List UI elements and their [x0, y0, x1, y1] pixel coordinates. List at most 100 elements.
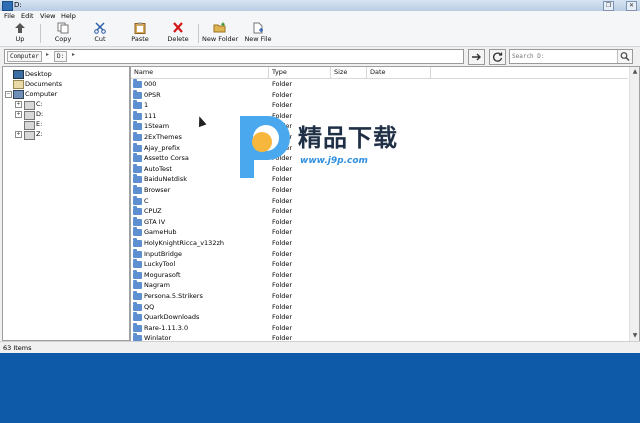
file-name: 0PSR: [144, 90, 161, 99]
window-title: D:: [14, 1, 22, 9]
expand-icon[interactable]: +: [15, 111, 22, 118]
expand-icon[interactable]: +: [15, 131, 22, 138]
cut-button[interactable]: Cut: [88, 22, 112, 45]
tree-label: E:: [36, 120, 43, 128]
file-type: Folder: [272, 249, 293, 258]
address-bar: Computer ▸ D: ▸: [0, 47, 640, 65]
new-folder-button[interactable]: New Folder: [202, 22, 238, 45]
menu-help[interactable]: Help: [61, 12, 76, 20]
delete-button[interactable]: Delete: [164, 22, 192, 45]
table-row[interactable]: LuckyTool Folder: [131, 259, 628, 270]
file-name: Winlator: [144, 334, 172, 341]
folder-icon: [133, 206, 142, 216]
toolbar-separator: [40, 24, 41, 43]
table-row[interactable]: AutoTest Folder: [131, 163, 628, 175]
file-type: Folder: [272, 154, 293, 163]
file-name: 000: [144, 80, 157, 88]
file-name: HolyKnightRicca_v132zh: [144, 239, 224, 247]
path-box[interactable]: Computer ▸ D: ▸: [4, 49, 464, 64]
search-box: [509, 49, 633, 64]
file-name: Assetto Corsa: [144, 154, 189, 163]
menu-file[interactable]: File: [4, 12, 15, 20]
table-row[interactable]: GameHub Folder: [131, 227, 628, 238]
table-row[interactable]: Nagram Folder: [131, 280, 628, 291]
copy-button[interactable]: Copy: [50, 22, 76, 45]
table-row[interactable]: QuarkDownloads Folder: [131, 312, 628, 323]
file-name: GameHub: [144, 228, 177, 237]
delete-x-icon: [173, 22, 183, 33]
table-row[interactable]: QQ Folder: [131, 301, 628, 313]
file-type: Folder: [272, 80, 293, 88]
table-row[interactable]: Ajay_prefix Folder: [131, 142, 628, 154]
scroll-down-icon[interactable]: ▼: [630, 331, 639, 341]
breadcrumb-separator-icon: ▸: [72, 51, 76, 58]
column-header-date[interactable]: Date: [367, 67, 431, 78]
menu-bar: File Edit View Help: [0, 11, 640, 21]
file-type: Folder: [272, 207, 293, 216]
table-row[interactable]: Browser Folder: [131, 185, 628, 196]
refresh-button[interactable]: [489, 49, 506, 65]
file-name: 2ExThemes: [144, 133, 182, 141]
drive-icon: [24, 101, 35, 110]
folder-tree: Desktop Documents − Computer + C: + D: E…: [2, 66, 130, 341]
file-name: 1Steam: [144, 122, 170, 131]
toolbar-separator: [198, 24, 199, 43]
restore-icon[interactable]: ❐: [603, 1, 614, 11]
new-file-button[interactable]: New File: [244, 22, 272, 45]
menu-view[interactable]: View: [40, 12, 55, 20]
table-row[interactable]: HolyKnightRicca_v132zh Folder: [131, 238, 628, 249]
file-name: Rare-1.11.3.0: [144, 323, 189, 332]
folder-icon: [133, 269, 142, 279]
folder-icon: [133, 312, 142, 322]
file-manager-window: D: ❐ ✕ File Edit View Help Up Copy Cut P…: [0, 0, 640, 353]
table-row[interactable]: BaiduNetdisk Folder: [131, 174, 628, 185]
paste-button[interactable]: Paste: [126, 22, 154, 45]
search-button[interactable]: [617, 50, 632, 63]
cut-label: Cut: [94, 35, 106, 43]
folder-icon: [133, 216, 142, 226]
new-folder-icon: [213, 22, 226, 33]
file-type: Folder: [272, 101, 293, 110]
search-input[interactable]: [512, 51, 612, 61]
scroll-up-icon[interactable]: ▲: [630, 67, 639, 77]
up-arrow-icon: [15, 23, 25, 33]
table-row[interactable]: 111 Folder: [131, 110, 628, 122]
folder-icon: [133, 291, 142, 300]
folder-icon: [133, 174, 142, 184]
breadcrumb-drive[interactable]: D:: [54, 51, 68, 62]
table-row[interactable]: C Folder: [131, 195, 628, 207]
table-row[interactable]: 1 Folder: [131, 100, 628, 111]
menu-edit[interactable]: Edit: [21, 12, 34, 20]
table-row[interactable]: 2ExThemes Folder: [131, 132, 628, 143]
file-name: Persona.5.Strikers: [144, 292, 203, 300]
go-button[interactable]: [468, 49, 485, 65]
file-type: Folder: [272, 217, 293, 226]
file-name: QuarkDownloads: [144, 313, 200, 322]
table-row[interactable]: Persona.5.Strikers Folder: [131, 291, 628, 302]
up-button[interactable]: Up: [8, 22, 32, 45]
column-header-name[interactable]: Name: [131, 67, 269, 78]
folder-icon: [133, 238, 142, 247]
go-arrow-icon: [472, 53, 481, 61]
table-row[interactable]: GTA IV Folder: [131, 216, 628, 228]
table-row[interactable]: InputBridge Folder: [131, 248, 628, 260]
file-name: LuckyTool: [144, 260, 176, 269]
column-header-size[interactable]: Size: [331, 67, 367, 78]
breadcrumb-computer[interactable]: Computer: [7, 51, 42, 62]
collapse-icon[interactable]: −: [5, 91, 12, 98]
item-count: 63 Items: [3, 344, 32, 352]
column-header-type[interactable]: Type: [269, 67, 331, 78]
file-name: CPUZ: [144, 207, 162, 216]
up-label: Up: [15, 35, 25, 43]
table-row[interactable]: 000 Folder: [131, 79, 628, 90]
close-icon[interactable]: ✕: [626, 1, 637, 11]
new-file-label: New File: [244, 35, 272, 43]
table-row[interactable]: Winlator Folder: [131, 333, 628, 341]
table-row[interactable]: 0PSR Folder: [131, 89, 628, 101]
vertical-scrollbar[interactable]: ▲ ▼: [629, 67, 639, 341]
table-row[interactable]: Assetto Corsa Folder: [131, 153, 628, 164]
table-row[interactable]: Mogurasoft Folder: [131, 269, 628, 281]
table-row[interactable]: CPUZ Folder: [131, 206, 628, 217]
expand-icon[interactable]: +: [15, 101, 22, 108]
table-row[interactable]: Rare-1.11.3.0 Folder: [131, 322, 628, 334]
